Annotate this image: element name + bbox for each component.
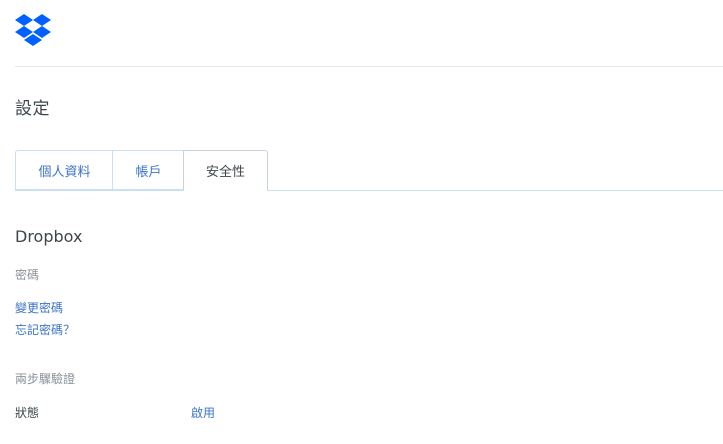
change-password-link[interactable]: 變更密碼	[15, 299, 63, 316]
page-title: 設定	[15, 99, 50, 119]
password-heading: 密碼	[15, 268, 40, 282]
two-step-status-label: 狀態	[15, 406, 40, 420]
forgot-password-link[interactable]: 忘記密碼？	[15, 321, 75, 338]
two-step-heading: 兩步驟驗證	[15, 372, 76, 386]
dropbox-logo-icon[interactable]	[15, 14, 51, 47]
enable-two-step-link[interactable]: 啟用	[191, 404, 215, 421]
header-divider	[15, 66, 723, 67]
tabs-baseline	[15, 190, 723, 191]
settings-tabs: 個人資料 帳戶 安全性	[15, 150, 723, 191]
section-title: Dropbox	[15, 227, 83, 246]
dropbox-logo-svg	[15, 14, 51, 46]
tab-security[interactable]: 安全性	[183, 150, 268, 191]
tab-profile[interactable]: 個人資料	[15, 150, 113, 190]
tab-account[interactable]: 帳戶	[112, 150, 184, 190]
